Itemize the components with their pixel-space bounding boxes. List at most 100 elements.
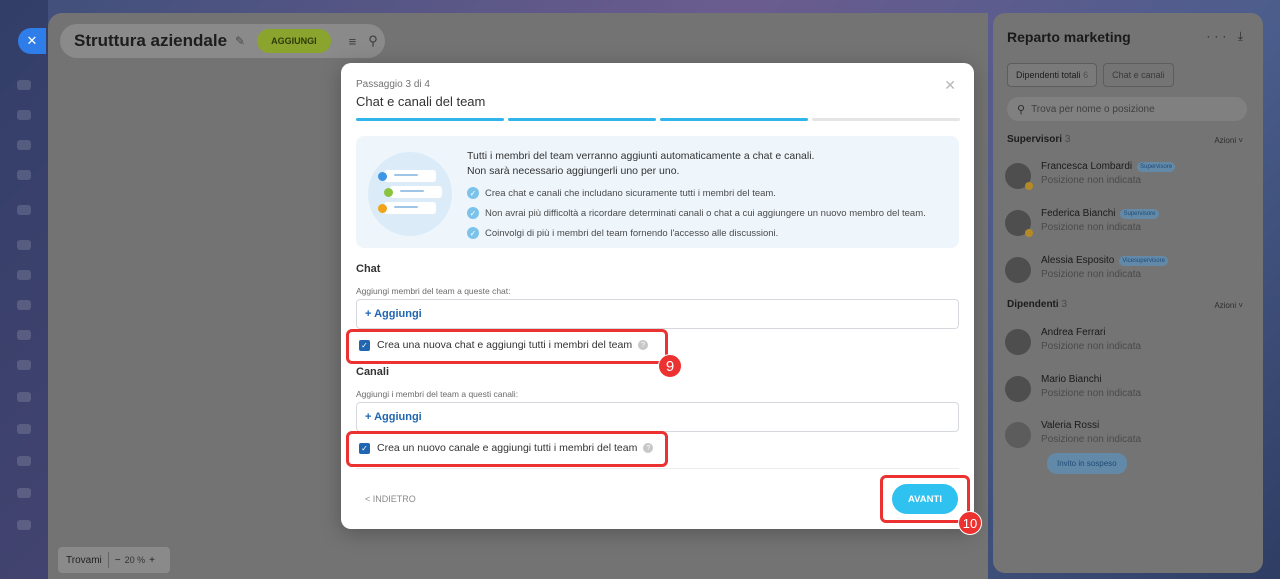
tab-total-employees[interactable]: Dipendenti totali 6 [1007,63,1098,87]
person-item[interactable]: Andrea Ferrari Posizione non indicata [1005,327,1250,359]
supervisors-actions-menu[interactable]: Azioni ˅ [1214,136,1243,145]
benefit-item: ✓ Coinvolgi di più i membri del team forn… [467,223,926,243]
chat-section-title: Chat [356,263,381,275]
add-button[interactable]: AGGIUNGI [257,29,331,53]
zoom-value: 20 [124,555,135,565]
benefit-text: Coinvolgi di più i membri del team forne… [485,227,779,239]
rail-icon[interactable] [17,80,31,90]
step-badge-9: 9 [658,354,682,378]
progress-segment [660,118,808,121]
divider [107,552,109,568]
person-item[interactable]: Francesca Lombardi Supervisore Posizione … [1005,161,1250,193]
person-item[interactable]: Valeria Rossi Posizione non indicata [1005,420,1250,452]
channels-section-hint: Aggiungi i membri del team a questi cana… [356,389,519,399]
step-badge-10: 10 [958,511,982,535]
search-icon: ⚲ [1017,103,1026,116]
rail-icon[interactable] [17,110,31,120]
benefit-text: Non avrai più difficoltà a ricordare det… [485,207,926,219]
employees-actions-menu[interactable]: Azioni ˅ [1214,301,1243,310]
role-badge: Vicesupervisore [1119,255,1168,266]
role-badge: Supervisore [1120,208,1159,219]
benefit-item: ✓ Non avrai più difficoltà a ricordare de… [467,203,926,223]
crown-icon [1025,229,1033,237]
tab-label: Chat e canali [1112,70,1165,80]
pin-icon[interactable]: ✎ [235,34,245,48]
rail-icon[interactable] [17,240,31,250]
person-name: Alessia Esposito [1041,255,1115,266]
supervisors-header: Supervisori 3 [1007,134,1070,145]
panel-tabs: Dipendenti totali 6 Chat e canali [1007,63,1174,87]
zoom-level: 20 % [125,555,146,565]
page-title: Struttura aziendale [74,31,228,50]
person-name: Andrea Ferrari [1041,327,1106,338]
info-lead: Tutti i membri del team verranno aggiunt… [467,149,937,179]
benefit-item: ✓ Crea chat e canali che includano sicura… [467,183,926,203]
panel-search-input[interactable]: ⚲ Trova per nome o posizione [1007,97,1247,121]
rail-icon[interactable] [17,140,31,150]
more-icon[interactable]: ··· [1206,29,1230,43]
person-name: Federica Bianchi [1041,208,1116,219]
crown-icon [1025,182,1033,190]
tab-count: 6 [1083,70,1089,80]
info-lead-line: Non sarà necessario aggiungerli uno per … [467,165,680,177]
add-chat-button[interactable]: + Aggiungi [356,299,959,329]
avatar [1005,376,1031,402]
avatar [1005,210,1033,237]
role-badge: Supervisore [1137,161,1176,172]
close-icon[interactable]: ✕ [944,77,956,94]
panel-title: Reparto marketing [1007,29,1131,45]
check-circle-icon: ✓ [467,187,479,199]
menu-icon[interactable]: ≡ [349,34,357,49]
person-name: Mario Bianchi [1041,374,1102,385]
rail-icon[interactable] [17,330,31,340]
channels-section-title: Canali [356,366,390,378]
zoom-out-button[interactable]: − [115,555,121,566]
rail-icon[interactable] [17,170,31,180]
rail-icon[interactable] [17,424,31,434]
rail-icon[interactable] [17,270,31,280]
search-icon[interactable]: ⚲ [368,33,378,49]
person-item[interactable]: Mario Bianchi Posizione non indicata [1005,374,1250,406]
zoom-unit: % [137,555,146,565]
person-position: Posizione non indicata [1041,434,1142,445]
avatar [1005,163,1033,190]
highlight-frame [880,475,970,523]
person-position: Posizione non indicata [1041,175,1142,186]
pending-invite-badge: Invito in sospeso [1047,453,1127,474]
check-circle-icon: ✓ [467,227,479,239]
top-toolbar: Struttura aziendale ✎ AGGIUNGI ≡ ⚲ [60,24,385,58]
rail-icon[interactable] [17,392,31,402]
zoom-in-button[interactable]: + [149,555,155,566]
progress-bar [356,118,960,121]
progress-segment [812,118,960,121]
check-circle-icon: ✓ [467,207,479,219]
section-label: Supervisori [1007,134,1063,145]
progress-segment [508,118,656,121]
rail-icon[interactable] [17,205,31,215]
avatar [1005,257,1031,283]
rail-icon[interactable] [17,456,31,466]
info-lead-line: Tutti i membri del team verranno aggiunt… [467,150,815,162]
person-name: Francesca Lombardi [1041,161,1133,172]
collapse-icon[interactable]: ⤓ [1238,29,1247,43]
department-panel: Reparto marketing ··· ⤓ Dipendenti total… [993,13,1263,573]
find-me-button[interactable]: Trovami [66,555,102,566]
search-placeholder: Trova per nome o posizione [1031,103,1155,115]
add-channel-button[interactable]: + Aggiungi [356,402,959,432]
employees-header: Dipendenti 3 [1007,299,1067,310]
rail-icon[interactable] [17,360,31,370]
rail-icon[interactable] [17,488,31,498]
person-item[interactable]: Alessia Esposito Vicesupervisore Posizion… [1005,255,1250,287]
progress-segment [356,118,504,121]
rail-icon[interactable] [17,300,31,310]
close-icon[interactable]: ✕ [18,28,46,54]
tab-chat-channels[interactable]: Chat e canali [1103,63,1174,87]
person-item[interactable]: Federica Bianchi Supervisore Posizione no… [1005,208,1250,240]
highlight-frame [346,431,668,467]
back-button[interactable]: < INDIETRO [365,494,416,504]
benefit-list: ✓ Crea chat e canali che includano sicura… [467,183,926,243]
chat-illustration-icon [368,152,452,236]
benefit-text: Crea chat e canali che includano sicuram… [485,187,776,199]
info-box: Tutti i membri del team verranno aggiunt… [356,136,959,248]
rail-icon[interactable] [17,520,31,530]
